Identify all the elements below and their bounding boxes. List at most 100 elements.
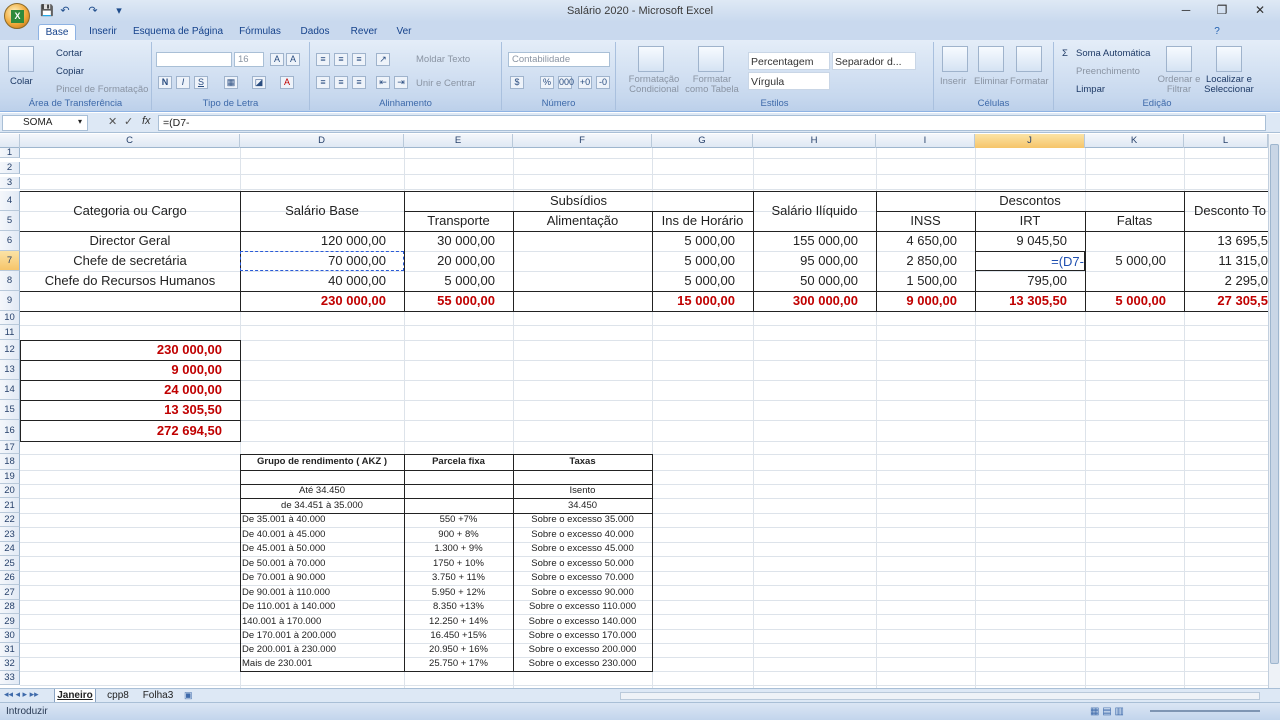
fill-button[interactable]: Preenchimento: [1076, 66, 1140, 77]
zoom-slider[interactable]: [1150, 710, 1260, 712]
tax-grupo[interactable]: 140.001 à 170.000: [240, 614, 404, 629]
total-iliquido[interactable]: 300 000,00: [753, 291, 876, 311]
row-header-26[interactable]: 26: [0, 571, 20, 585]
column-header-e[interactable]: E: [404, 134, 513, 148]
cell-iliquido[interactable]: 155 000,00: [753, 231, 876, 251]
row-header-25[interactable]: 25: [0, 556, 20, 571]
row-header-16[interactable]: 16: [0, 420, 20, 441]
side-total-cell[interactable]: 9 000,00: [20, 360, 240, 380]
total-ins[interactable]: 15 000,00: [652, 291, 753, 311]
cell-faltas[interactable]: [1085, 231, 1184, 251]
column-header-c[interactable]: C: [20, 134, 240, 148]
orientation-icon[interactable]: ↗: [376, 53, 390, 66]
row-header-33[interactable]: 33: [0, 671, 20, 685]
row-header-32[interactable]: 32: [0, 657, 20, 671]
row-header-27[interactable]: 27: [0, 585, 20, 600]
cell-alimentacao[interactable]: [513, 271, 652, 291]
row-header-22[interactable]: 22: [0, 513, 20, 527]
style-percentagem[interactable]: Percentagem: [748, 52, 830, 70]
tax-grupo[interactable]: De 45.001 à 50.000: [240, 542, 404, 556]
column-header-d[interactable]: D: [240, 134, 404, 148]
total-transporte[interactable]: 55 000,00: [404, 291, 513, 311]
tab-formulas[interactable]: Fórmulas: [234, 24, 286, 40]
tax-parcela[interactable]: 550 +7%: [404, 513, 513, 527]
cell-alimentacao[interactable]: [513, 231, 652, 251]
tax-parcela[interactable]: 5.950 + 12%: [404, 585, 513, 600]
header-descontos[interactable]: Descontos: [876, 191, 1184, 211]
tax-header-taxas[interactable]: Taxas: [513, 454, 652, 470]
tax-parcela[interactable]: 900 + 8%: [404, 527, 513, 542]
help-icon[interactable]: ?: [1210, 24, 1224, 40]
wrap-text-button[interactable]: Moldar Texto: [416, 54, 470, 65]
side-total-cell[interactable]: 13 305,50: [20, 400, 240, 420]
column-header-f[interactable]: F: [513, 134, 652, 148]
thousands-icon[interactable]: 000: [558, 76, 574, 89]
row-header-6[interactable]: 6: [0, 231, 20, 251]
number-format-select[interactable]: Contabilidade: [508, 52, 610, 67]
header-inss[interactable]: INSS: [876, 211, 975, 231]
tax-grupo[interactable]: De 35.001 à 40.000: [240, 513, 404, 527]
scroll-thumb[interactable]: [1270, 144, 1279, 664]
tax-taxa[interactable]: Sobre o excesso 45.000: [513, 542, 652, 556]
side-total-cell[interactable]: 272 694,50: [20, 420, 240, 441]
tax-taxa[interactable]: Sobre o excesso 90.000: [513, 585, 652, 600]
tab-dados[interactable]: Dados: [294, 24, 336, 40]
tax-parcela[interactable]: 16.450 +15%: [404, 629, 513, 643]
tax-grupo[interactable]: De 70.001 à 90.000: [240, 571, 404, 585]
delete-cells-icon[interactable]: [978, 46, 1004, 72]
autosum-icon[interactable]: Σ: [1062, 48, 1068, 59]
tax-taxa[interactable]: Sobre o excesso 110.000: [513, 600, 652, 614]
name-box[interactable]: SOMA: [2, 115, 88, 131]
sheet-tab-folha3[interactable]: Folha3: [140, 689, 176, 703]
find-select-button[interactable]: Localizar e Seleccionar: [1200, 75, 1258, 95]
cell-base[interactable]: 120 000,00: [240, 231, 404, 251]
row-header-19[interactable]: 19: [0, 470, 20, 484]
row-header-1[interactable]: 1: [0, 148, 20, 158]
fill-color-icon[interactable]: ◪: [252, 76, 266, 89]
cell-iliquido[interactable]: 50 000,00: [753, 271, 876, 291]
row-header-29[interactable]: 29: [0, 614, 20, 629]
total-inss[interactable]: 9 000,00: [876, 291, 975, 311]
borders-icon[interactable]: ▦: [224, 76, 238, 89]
style-separador[interactable]: Separador d...: [832, 52, 916, 70]
restore-button[interactable]: ❐: [1208, 2, 1236, 18]
tax-parcela[interactable]: 20.950 + 16%: [404, 643, 513, 657]
tax-grupo[interactable]: De 170.001 à 200.000: [240, 629, 404, 643]
row-header-3[interactable]: 3: [0, 177, 20, 189]
tax-grupo[interactable]: De 40.001 à 45.000: [240, 527, 404, 542]
tax-taxa[interactable]: Sobre o excesso 140.000: [513, 614, 652, 629]
name-box-dropdown-icon[interactable]: ▾: [78, 117, 82, 126]
tax-taxa[interactable]: Sobre o excesso 70.000: [513, 571, 652, 585]
cell-faltas[interactable]: [1085, 271, 1184, 291]
row-header-11[interactable]: 11: [0, 325, 20, 340]
tax-grupo[interactable]: De 110.001 à 140.000: [240, 600, 404, 614]
align-right-icon[interactable]: ≡: [352, 76, 366, 89]
select-all-corner[interactable]: [0, 134, 20, 148]
row-header-28[interactable]: 28: [0, 600, 20, 614]
undo-icon[interactable]: ↶: [58, 4, 72, 18]
merge-center-button[interactable]: Unir e Centrar: [416, 78, 476, 89]
row-header-20[interactable]: 20: [0, 484, 20, 498]
tax-taxa[interactable]: Sobre o excesso 50.000: [513, 556, 652, 571]
tax-header-grupo[interactable]: Grupo de rendimento ( AKZ ): [240, 454, 404, 470]
cell-cargo[interactable]: Director Geral: [20, 231, 240, 251]
tax-parcela[interactable]: 12.250 + 14%: [404, 614, 513, 629]
align-left-icon[interactable]: ≡: [316, 76, 330, 89]
header-ins-horario[interactable]: Ins de Horário: [652, 211, 753, 231]
header-salario-base[interactable]: Salário Base: [240, 191, 404, 231]
conditional-format-icon[interactable]: [638, 46, 664, 72]
tax-taxa[interactable]: Sobre o excesso 200.000: [513, 643, 652, 657]
paste-icon[interactable]: [8, 46, 34, 72]
row-header-18[interactable]: 18: [0, 454, 20, 470]
total-base[interactable]: 230 000,00: [240, 291, 404, 311]
align-center-icon[interactable]: ≡: [334, 76, 348, 89]
clear-button[interactable]: Limpar: [1076, 84, 1105, 95]
tax-grupo[interactable]: Até 34.450: [240, 484, 404, 498]
tax-taxa[interactable]: Isento: [513, 484, 652, 498]
cell-cargo[interactable]: Chefe do Recursos Humanos: [20, 271, 240, 291]
tab-esquema[interactable]: Esquema de Página: [132, 24, 224, 40]
header-faltas[interactable]: Faltas: [1085, 211, 1184, 231]
row-header-31[interactable]: 31: [0, 643, 20, 657]
currency-icon[interactable]: $: [510, 76, 524, 89]
vertical-scrollbar[interactable]: [1268, 134, 1280, 688]
